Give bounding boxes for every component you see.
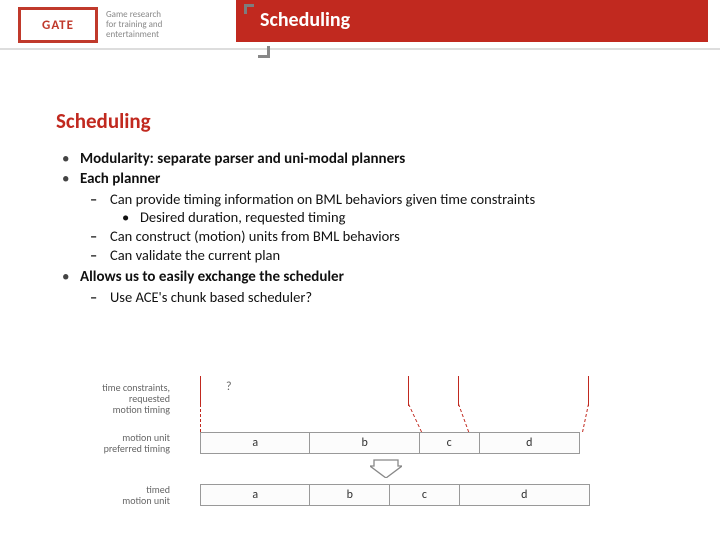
segment: c <box>390 485 460 505</box>
banner-title: Scheduling <box>260 8 350 32</box>
section-title: Scheduling <box>56 108 696 134</box>
corner-bracket-icon <box>244 4 254 14</box>
bullet: Allows us to easily exchange the schedul… <box>80 268 696 306</box>
sub-bullet: Can provide timing information on BML be… <box>110 190 696 226</box>
diagram-label: time constraints, requested motion timin… <box>90 382 170 415</box>
tick-icon <box>588 376 589 406</box>
logo-tagline: Game research for training and entertain… <box>106 10 162 40</box>
segment: a <box>201 433 310 453</box>
tick-icon <box>458 376 459 406</box>
sub-bullet: Can construct (motion) units from BML be… <box>110 227 696 245</box>
tick-icon <box>408 376 409 406</box>
sub-bullet: Use ACE's chunk based scheduler? <box>110 288 696 306</box>
bullet: Each planner Can provide timing informat… <box>80 170 696 264</box>
logo-block: GATE Game research for training and ente… <box>18 6 218 44</box>
subsub-bullet: Desired duration, requested timing <box>140 208 696 226</box>
dash-line <box>408 404 422 432</box>
diagram-label: timed motion unit <box>90 484 170 506</box>
segment: c <box>420 433 480 453</box>
diagram-label: motion unit preferred timing <box>90 432 170 454</box>
sub-bullet: Can validate the current plan <box>110 246 696 264</box>
dash-line <box>582 404 589 432</box>
timeline-top: a b c d <box>200 432 580 454</box>
slide-header: GATE Game research for training and ente… <box>0 0 720 50</box>
segment: d <box>460 485 589 505</box>
bullet: Modularity: separate parser and uni-moda… <box>80 150 696 168</box>
timing-diagram: time constraints, requested motion timin… <box>90 372 630 532</box>
content-body: Scheduling Modularity: separate parser a… <box>56 108 696 310</box>
dash-line <box>458 404 469 432</box>
tick-icon <box>200 376 201 406</box>
header-underline <box>0 48 720 50</box>
arrow-down-icon <box>370 458 402 478</box>
gate-logo: GATE <box>18 7 98 43</box>
timeline-bottom: a b c d <box>200 484 590 506</box>
segment: a <box>201 485 310 505</box>
dash-line <box>200 404 201 432</box>
corner-bracket-icon <box>258 46 276 64</box>
segment: d <box>480 433 579 453</box>
segment: b <box>310 433 419 453</box>
segment: b <box>310 485 390 505</box>
title-banner: Scheduling <box>236 0 708 42</box>
question-mark-icon: ? <box>226 380 232 394</box>
